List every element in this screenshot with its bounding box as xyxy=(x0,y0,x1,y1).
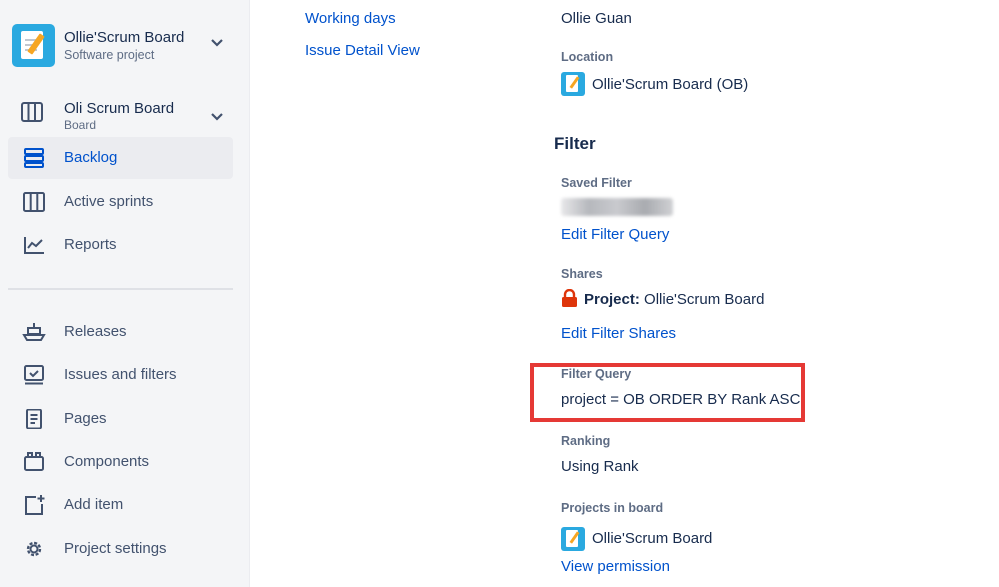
sidebar-item-active-sprints[interactable]: Active sprints xyxy=(8,181,233,223)
sidebar-item-label: Active sprints xyxy=(64,193,154,210)
location-value: Ollie'Scrum Board (OB) xyxy=(592,76,749,93)
issues-filters-icon xyxy=(24,365,44,385)
filter-heading: Filter xyxy=(554,134,596,153)
project-avatar-icon xyxy=(561,72,585,96)
add-item-icon xyxy=(25,495,45,515)
board-icon xyxy=(21,102,43,122)
highlight-box xyxy=(530,363,805,422)
ranking-label: Ranking xyxy=(561,434,611,448)
view-permission-link[interactable]: View permission xyxy=(561,558,670,575)
sidebar-item-reports[interactable]: Reports xyxy=(8,224,233,266)
components-icon xyxy=(24,452,44,471)
board-name: Oli Scrum Board xyxy=(64,100,175,117)
sidebar-item-pages[interactable]: Pages xyxy=(8,398,233,440)
sidebar-item-add-item[interactable]: Add item xyxy=(8,484,233,526)
shares-prefix: Project: xyxy=(584,291,640,308)
sidebar-item-components[interactable]: Components xyxy=(8,441,233,483)
project-type: Software project xyxy=(64,48,155,62)
sidebar-divider xyxy=(8,288,233,290)
sidebar-item-releases[interactable]: Releases xyxy=(8,311,233,353)
project-name: Ollie'Scrum Board xyxy=(64,29,185,46)
sidebar-item-label: Issues and filters xyxy=(64,366,177,383)
location-label: Location xyxy=(561,50,614,64)
settings-link-working-days[interactable]: Working days xyxy=(305,10,396,27)
shares-project: Ollie'Scrum Board xyxy=(644,291,765,308)
sidebar-item-label: Components xyxy=(64,453,150,470)
project-avatar-icon xyxy=(12,24,55,67)
gear-icon xyxy=(26,541,42,557)
chevron-down-icon[interactable] xyxy=(211,113,223,121)
sidebar-item-label: Pages xyxy=(64,410,107,427)
chevron-down-icon[interactable] xyxy=(211,39,223,47)
sidebar-item-backlog[interactable]: Backlog xyxy=(8,137,233,179)
ranking-value: Using Rank xyxy=(561,458,639,475)
shares-label: Shares xyxy=(561,267,603,281)
sidebar-item-label: Reports xyxy=(64,236,117,253)
releases-icon xyxy=(22,323,46,341)
saved-filter-label: Saved Filter xyxy=(561,176,632,190)
sidebar: Ollie'Scrum Board Software project Oli S… xyxy=(0,0,250,587)
saved-filter-name-redacted xyxy=(561,198,673,216)
pages-icon xyxy=(26,409,42,429)
reports-icon xyxy=(24,237,44,254)
sidebar-item-project-settings[interactable]: Project settings xyxy=(8,528,233,570)
admin-name: Ollie Guan xyxy=(561,10,632,27)
projects-in-board-value: Ollie'Scrum Board xyxy=(592,530,713,547)
sidebar-item-issues-filters[interactable]: Issues and filters xyxy=(8,354,233,396)
project-avatar-icon xyxy=(561,527,585,551)
edit-filter-query-link[interactable]: Edit Filter Query xyxy=(561,226,669,243)
sidebar-item-label: Add item xyxy=(64,496,124,513)
backlog-icon xyxy=(24,148,44,168)
sidebar-item-label: Project settings xyxy=(64,540,167,557)
shares-value: Project: Ollie'Scrum Board xyxy=(584,291,764,308)
active-sprints-icon xyxy=(23,192,45,212)
lock-icon xyxy=(562,289,577,307)
sidebar-item-label: Backlog xyxy=(64,149,118,166)
edit-filter-shares-link[interactable]: Edit Filter Shares xyxy=(561,325,676,342)
settings-link-issue-detail-view[interactable]: Issue Detail View xyxy=(305,42,420,59)
projects-in-board-label: Projects in board xyxy=(561,501,664,515)
board-type: Board xyxy=(64,118,97,132)
sidebar-item-label: Releases xyxy=(64,323,127,340)
board-switcher[interactable]: Oli Scrum Board Board xyxy=(20,96,240,136)
project-switcher[interactable]: Ollie'Scrum Board Software project xyxy=(12,23,240,69)
